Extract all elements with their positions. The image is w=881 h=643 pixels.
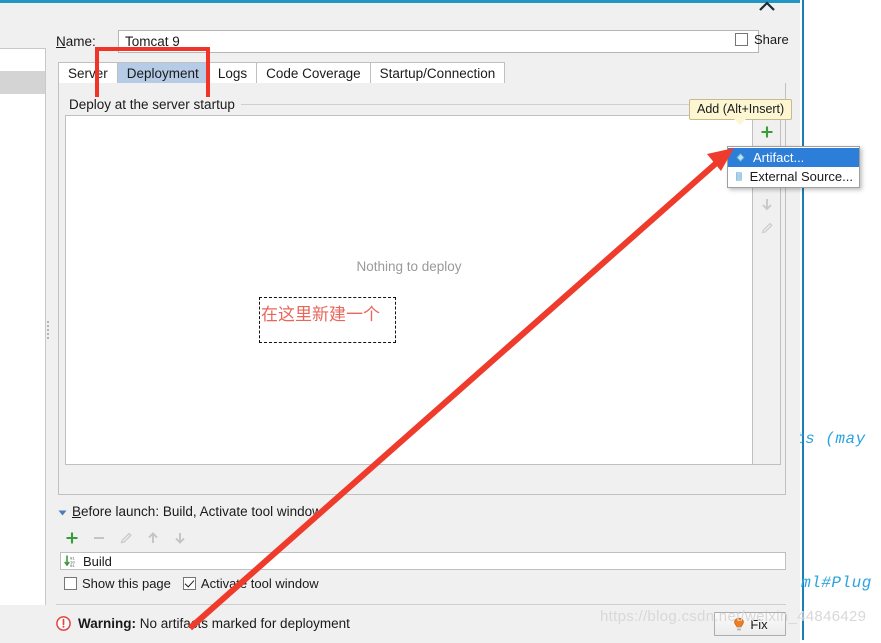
editor-left-border — [802, 0, 804, 640]
background-code-line-1: ts (may — [795, 430, 876, 448]
before-launch-title: Before launch: Build, Activate tool wind… — [72, 504, 328, 519]
move-artifact-down-button[interactable] — [755, 192, 779, 216]
build-compile-icon: 01 10 01 — [64, 555, 75, 568]
svg-text:01: 01 — [70, 565, 75, 568]
show-this-page-label: Show this page — [82, 576, 171, 591]
show-this-page-checkbox[interactable]: Show this page — [64, 576, 171, 591]
warning-icon — [56, 616, 71, 631]
warning-text: Warning: No artifacts marked for deploym… — [78, 616, 350, 631]
fix-button[interactable]: Fix — [714, 612, 786, 636]
activate-tool-window-label: Activate tool window — [200, 576, 319, 591]
add-tooltip: Add (Alt+Insert) — [689, 99, 793, 125]
warning-message: No artifacts marked for deployment — [139, 616, 350, 631]
tab-server[interactable]: Server — [58, 62, 118, 84]
run-debug-configurations-dialog: Name: Share Server Deployment Logs Code … — [0, 0, 800, 643]
before-launch-task-build[interactable]: 01 10 01 Build — [60, 552, 786, 570]
name-input[interactable] — [118, 30, 759, 53]
name-label: Name: — [56, 34, 96, 49]
fix-button-label: Fix — [750, 616, 768, 632]
tab-startup-connection[interactable]: Startup/Connection — [370, 62, 506, 84]
configurations-tree-panel[interactable] — [0, 48, 46, 628]
add-task-button[interactable] — [60, 527, 84, 549]
activate-tool-window-checkbox[interactable]: Activate tool window — [182, 576, 319, 591]
tab-code-coverage[interactable]: Code Coverage — [257, 62, 371, 84]
warning-prefix: Warning: — [78, 616, 136, 631]
tree-selected-row[interactable] — [0, 71, 45, 94]
panel-splitter-handle[interactable] — [45, 319, 51, 341]
warning-bar: Warning: No artifacts marked for deploym… — [0, 605, 800, 643]
before-launch-toolbar — [60, 527, 192, 549]
before-launch-options: Show this page Activate tool window — [64, 576, 319, 591]
artifact-diamond-icon — [734, 151, 747, 164]
share-checkbox[interactable]: Share — [735, 32, 789, 47]
add-artifact-button[interactable] — [755, 120, 779, 144]
deployment-tab-panel: Deploy at the server startup Nothing to … — [58, 83, 786, 495]
share-checkbox-box[interactable] — [735, 33, 748, 46]
background-code-line-2: tml#Plug — [791, 574, 872, 592]
menu-item-artifact[interactable]: Artifact... — [728, 148, 859, 167]
edit-task-button[interactable] — [114, 527, 138, 549]
move-task-down-button[interactable] — [168, 527, 192, 549]
tab-deployment[interactable]: Deployment — [117, 62, 209, 84]
move-task-up-button[interactable] — [141, 527, 165, 549]
empty-list-placeholder: Nothing to deploy — [356, 259, 462, 274]
remove-task-button[interactable] — [87, 527, 111, 549]
external-source-icon — [736, 172, 742, 181]
collapse-triangle-icon[interactable] — [58, 510, 67, 516]
name-row: Name: — [56, 30, 759, 54]
add-popup-menu: Artifact... External Source... — [727, 146, 860, 188]
menu-item-external-source-label: External Source... — [749, 169, 853, 184]
menu-item-artifact-label: Artifact... — [753, 150, 805, 165]
configuration-tabs: Server Deployment Logs Code Coverage Sta… — [58, 62, 506, 84]
share-label: Share — [754, 32, 789, 47]
deploy-group-label: Deploy at the server startup — [69, 97, 241, 112]
build-task-label: Build — [83, 553, 112, 569]
activate-tool-window-box[interactable] — [182, 577, 196, 590]
menu-item-external-source[interactable]: External Source... — [728, 167, 859, 186]
edit-artifact-button[interactable] — [755, 216, 779, 240]
tab-logs[interactable]: Logs — [208, 62, 258, 84]
close-icon[interactable] — [756, 0, 778, 16]
lightbulb-icon — [734, 617, 745, 630]
deployment-artifacts-list[interactable]: Nothing to deploy — [65, 115, 753, 465]
show-this-page-box[interactable] — [64, 577, 77, 590]
before-launch-header: Before launch: Build, Activate tool wind… — [58, 504, 786, 520]
